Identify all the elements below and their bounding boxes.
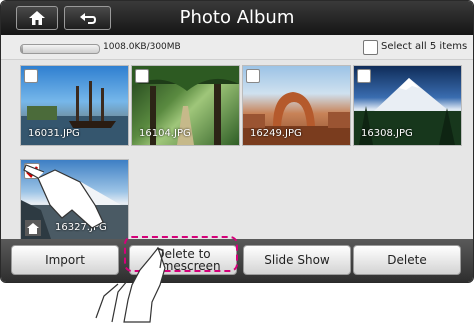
hand-pointer-icon [95, 246, 166, 323]
hand-gesture-illustration [23, 164, 166, 323]
hand-pointer-icon [23, 164, 104, 229]
screen: Photo Album 1008.0KB/300MB Select all 5 … [0, 0, 474, 325]
